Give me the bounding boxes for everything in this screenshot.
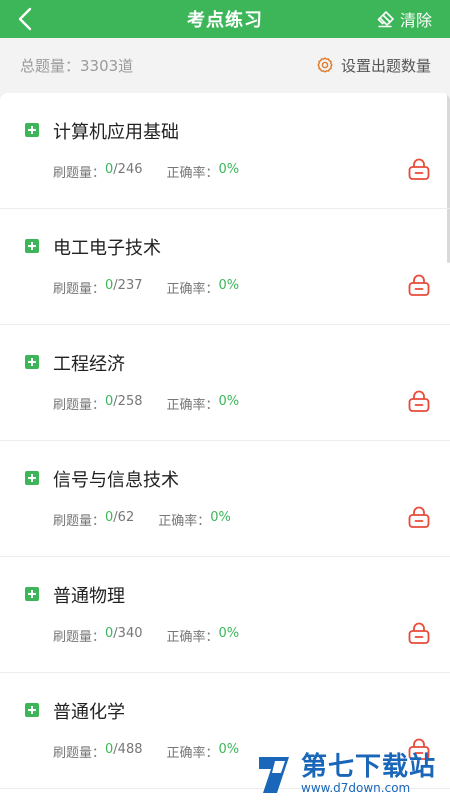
chevron-left-icon (18, 7, 32, 31)
rate-value: 0% (218, 162, 240, 177)
rate-label: 正确率： (158, 514, 211, 529)
expand-icon[interactable] (25, 703, 39, 717)
topic-name: 工程经济 (53, 354, 125, 375)
total-count: 总题量：3303道 (20, 56, 134, 75)
topic-name: 普通物理 (53, 586, 125, 607)
rate-label: 正确率： (166, 282, 219, 297)
topic-stats: 刷题量： 0 /340 正确率： 0% (53, 626, 239, 645)
lock-icon[interactable] (407, 157, 431, 181)
expand-icon[interactable] (25, 471, 39, 485)
topic-item[interactable]: 电工电子技术 刷题量： 0 /237 正确率： 0% (0, 209, 450, 325)
lock-icon[interactable] (407, 505, 431, 529)
done-label: 刷题量： (53, 630, 106, 645)
done-label: 刷题量： (53, 398, 106, 413)
app-header: 考点练习 清除 (0, 0, 450, 38)
topic-name: 信号与信息技术 (53, 470, 179, 491)
expand-icon[interactable] (25, 587, 39, 601)
rate-label: 正确率： (166, 398, 219, 413)
rate-value: 0% (218, 742, 240, 757)
watermark-logo-icon (259, 757, 289, 793)
rate-label: 正确率： (166, 630, 219, 645)
topic-list[interactable]: 计算机应用基础 刷题量： 0 /246 正确率： 0% 电工电子技术 刷题量： … (0, 93, 450, 800)
summary-bar: 总题量：3303道 设置出题数量 (0, 38, 450, 92)
watermark-url: www.d7down.com (301, 781, 411, 795)
done-label: 刷题量： (53, 166, 106, 181)
topic-stats: 刷题量： 0 /62 正确率： 0% (53, 510, 231, 529)
rate-value: 0% (218, 394, 240, 409)
topic-stats: 刷题量： 0 /237 正确率： 0% (53, 278, 239, 297)
done-count: 0 (105, 510, 114, 525)
rate-value: 0% (218, 626, 240, 641)
watermark-title: 第七下载站 (301, 752, 437, 782)
topic-item[interactable]: 计算机应用基础 刷题量： 0 /246 正确率： 0% (0, 93, 450, 209)
total-count: /62 (113, 510, 135, 525)
eraser-icon (377, 11, 394, 28)
done-count: 0 (105, 278, 114, 293)
back-button[interactable] (12, 6, 38, 32)
done-count: 0 (105, 626, 114, 641)
watermark: 第七下载站 www.d7down.com (255, 748, 450, 800)
topic-name: 电工电子技术 (53, 238, 161, 259)
topic-item[interactable]: 信号与信息技术 刷题量： 0 /62 正确率： 0% (0, 441, 450, 557)
done-label: 刷题量： (53, 746, 106, 761)
page-title: 考点练习 (187, 10, 263, 31)
topic-name: 普通化学 (53, 702, 125, 723)
rate-value: 0% (210, 510, 231, 525)
lock-icon[interactable] (407, 621, 431, 645)
done-label: 刷题量： (53, 514, 106, 529)
lock-icon[interactable] (407, 389, 431, 413)
clear-button[interactable]: 清除 (377, 0, 432, 38)
topic-stats: 刷题量： 0 /488 正确率： 0% (53, 742, 239, 761)
total-count: /237 (113, 278, 143, 293)
total-count: /258 (113, 394, 143, 409)
done-count: 0 (105, 742, 114, 757)
expand-icon[interactable] (25, 239, 39, 253)
rate-label: 正确率： (166, 166, 219, 181)
topic-stats: 刷题量： 0 /258 正确率： 0% (53, 394, 239, 413)
topic-name: 计算机应用基础 (53, 122, 179, 143)
done-count: 0 (105, 162, 114, 177)
set-count-label: 设置出题数量 (340, 56, 431, 75)
total-count: /340 (113, 626, 143, 641)
lock-icon[interactable] (407, 273, 431, 297)
total-count: /246 (113, 162, 143, 177)
topic-item[interactable]: 普通物理 刷题量： 0 /340 正确率： 0% (0, 557, 450, 673)
done-count: 0 (105, 394, 114, 409)
rate-value: 0% (218, 278, 240, 293)
expand-icon[interactable] (25, 355, 39, 369)
set-count-button[interactable]: 设置出题数量 (316, 55, 431, 76)
topic-item[interactable]: 工程经济 刷题量： 0 /258 正确率： 0% (0, 325, 450, 441)
expand-icon[interactable] (25, 123, 39, 137)
clear-label: 清除 (399, 11, 432, 30)
rate-label: 正确率： (166, 746, 219, 761)
gear-icon (317, 57, 333, 73)
total-count: /488 (113, 742, 143, 757)
topic-stats: 刷题量： 0 /246 正确率： 0% (53, 162, 239, 181)
done-label: 刷题量： (53, 282, 106, 297)
